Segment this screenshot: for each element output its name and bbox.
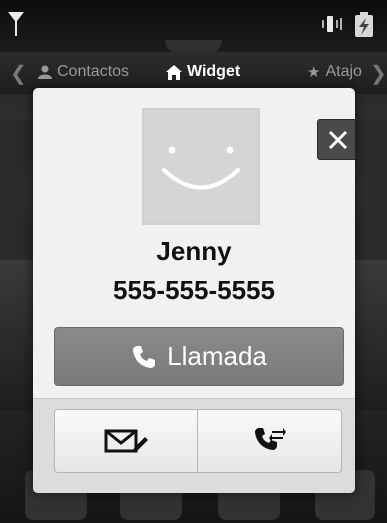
home-screen: ❮ Contactos Widget ★ Atajo ❯ Jenny 555-5… [0, 0, 387, 523]
tab-widget-label: Widget [187, 63, 241, 80]
tab-widget[interactable]: Widget [166, 63, 240, 81]
tab-atajo[interactable]: ★ Atajo [307, 63, 362, 81]
star-icon: ★ [307, 64, 321, 81]
status-bar [0, 0, 387, 54]
tab-right-arrow-icon[interactable]: ❯ [370, 61, 387, 86]
call-button[interactable]: Llamada [54, 327, 344, 386]
tab-contactos-label: Contactos [57, 63, 130, 80]
call-transfer-button[interactable] [198, 409, 342, 473]
smiley-avatar-icon [144, 110, 258, 223]
close-button[interactable] [317, 119, 355, 160]
contact-name: Jenny [156, 236, 232, 266]
tab-contactos[interactable]: Contactos [38, 63, 129, 81]
avatar [142, 108, 260, 225]
message-icon [104, 429, 148, 453]
person-icon [38, 65, 52, 79]
battery-charging-icon [355, 12, 373, 37]
phone-icon [133, 345, 156, 368]
status-icons [322, 12, 373, 37]
signal-icon [8, 12, 24, 36]
message-button[interactable] [54, 409, 198, 473]
tab-left-arrow-icon[interactable]: ❮ [10, 61, 27, 86]
action-bar [33, 398, 355, 493]
call-transfer-icon [254, 428, 286, 450]
tab-atajo-label: Atajo [325, 63, 362, 80]
home-icon [166, 64, 182, 80]
contact-number: 555-555-5555 [113, 275, 275, 305]
close-icon [328, 130, 347, 149]
call-button-label: Llamada [167, 341, 267, 371]
contact-dialog: Jenny 555-555-5555 Llamada [33, 88, 355, 493]
vibrate-icon [322, 16, 342, 32]
